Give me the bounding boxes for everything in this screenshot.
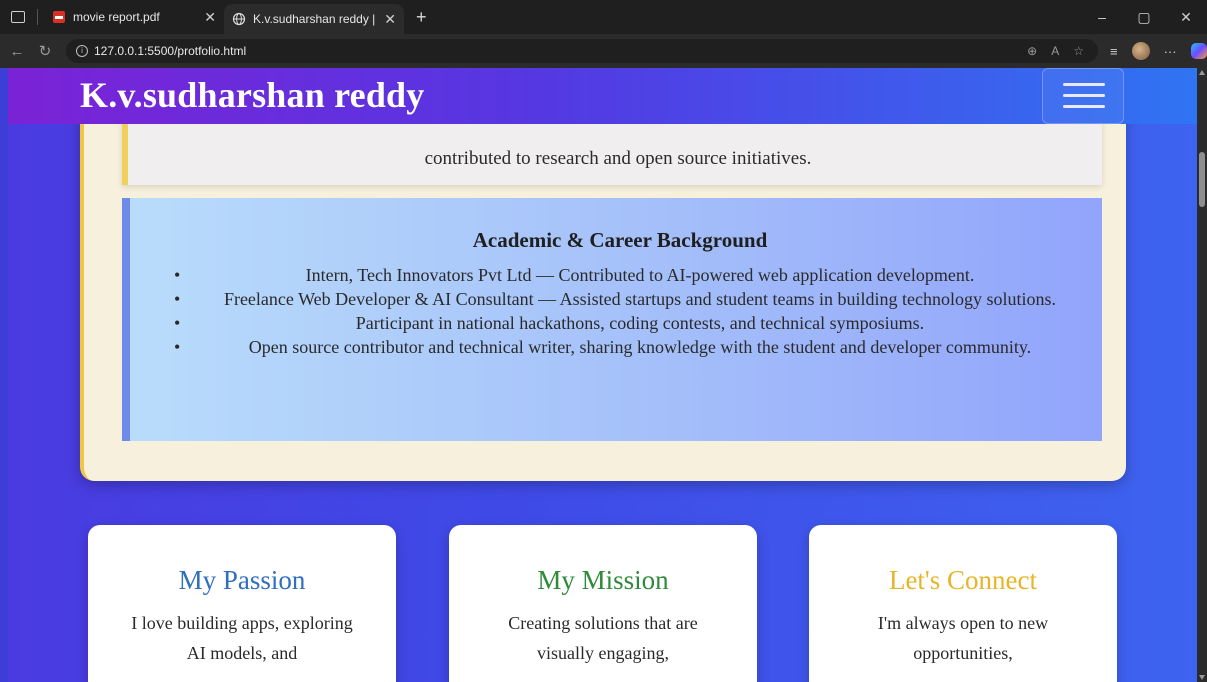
tab-movie-report[interactable]: movie report.pdf ✕ <box>44 4 224 30</box>
passion-text: I love building apps, exploring AI model… <box>131 613 353 663</box>
tab-label: movie report.pdf <box>73 10 160 24</box>
passion-title: My Passion <box>178 565 306 595</box>
refresh-icon[interactable]: ↻ <box>34 42 56 60</box>
site-title: K.v.sudharshan reddy <box>80 75 425 115</box>
scroll-down-icon[interactable] <box>1199 675 1205 680</box>
about-card: contributed to research and open source … <box>80 68 1126 481</box>
url-field[interactable]: i 127.0.0.1:5500/protfolio.html ⊕ A ☆ <box>66 39 1098 63</box>
hamburger-icon[interactable] <box>1042 68 1124 124</box>
list-item: Intern, Tech Innovators Pvt Ltd — Contri… <box>174 263 1086 287</box>
window-icon[interactable] <box>11 11 25 23</box>
close-icon[interactable]: ✕ <box>204 9 216 26</box>
career-background-section: Academic & Career Background Intern, Tec… <box>122 198 1102 441</box>
tab-separator <box>37 9 38 25</box>
tab-label: K.v.sudharshan reddy | Portfolio <box>253 12 378 26</box>
browser-tab-bar: movie report.pdf ✕ K.v.sudharshan reddy … <box>0 0 1207 34</box>
connect-title: Let's Connect <box>888 565 1038 595</box>
list-item: Participant in national hackathons, codi… <box>174 311 1086 335</box>
page-scrollbar[interactable] <box>1197 68 1207 682</box>
zoom-icon[interactable]: ⊕ <box>1027 44 1037 58</box>
site-header: K.v.sudharshan reddy <box>8 68 1197 124</box>
scroll-up-icon[interactable] <box>1199 70 1205 75</box>
restore-icon[interactable]: ▢ <box>1123 9 1165 26</box>
previous-section-text: contributed to research and open source … <box>424 148 812 169</box>
passion-card: My Passion I love building apps, explori… <box>88 525 396 682</box>
tab-portfolio[interactable]: K.v.sudharshan reddy | Portfolio ✕ <box>224 4 404 34</box>
favorite-star-icon[interactable]: ☆ <box>1073 44 1084 58</box>
connect-card: Let's Connect I'm always open to new opp… <box>809 525 1117 682</box>
read-aloud-icon[interactable]: A <box>1051 44 1059 58</box>
list-item: Open source contributor and technical wr… <box>174 335 1086 359</box>
globe-icon <box>232 12 246 26</box>
toolbar-icons: ≡ ··· <box>1110 42 1207 60</box>
mission-title: My Mission <box>537 565 669 595</box>
more-icon[interactable]: ··· <box>1164 44 1177 59</box>
mission-text: Creating solutions that are visually eng… <box>508 613 698 663</box>
browser-address-bar: ← ↻ i 127.0.0.1:5500/protfolio.html ⊕ A … <box>0 34 1207 68</box>
window-controls: – ▢ ✕ <box>1081 0 1207 34</box>
new-tab-icon[interactable]: + <box>416 7 427 28</box>
copilot-icon[interactable] <box>1190 43 1207 59</box>
back-icon[interactable]: ← <box>6 43 28 60</box>
favorites-icon[interactable]: ≡ <box>1110 44 1118 59</box>
pdf-icon <box>52 10 66 24</box>
career-list: Intern, Tech Innovators Pvt Ltd — Contri… <box>174 263 1086 359</box>
career-title: Academic & Career Background <box>472 228 768 252</box>
minimize-icon[interactable]: – <box>1081 9 1123 25</box>
scrollbar-thumb[interactable] <box>1199 152 1205 207</box>
list-item: Freelance Web Developer & AI Consultant … <box>174 287 1086 311</box>
mission-card: My Mission Creating solutions that are v… <box>449 525 757 682</box>
profile-avatar[interactable] <box>1131 42 1150 60</box>
close-icon[interactable]: ✕ <box>384 11 396 28</box>
info-icon[interactable]: i <box>76 45 88 57</box>
url-text: 127.0.0.1:5500/protfolio.html <box>94 44 247 58</box>
close-window-icon[interactable]: ✕ <box>1165 9 1207 26</box>
url-actions: ⊕ A ☆ <box>1027 44 1084 58</box>
page-viewport: contributed to research and open source … <box>8 68 1197 682</box>
connect-text: I'm always open to new opportunities, <box>877 613 1049 663</box>
